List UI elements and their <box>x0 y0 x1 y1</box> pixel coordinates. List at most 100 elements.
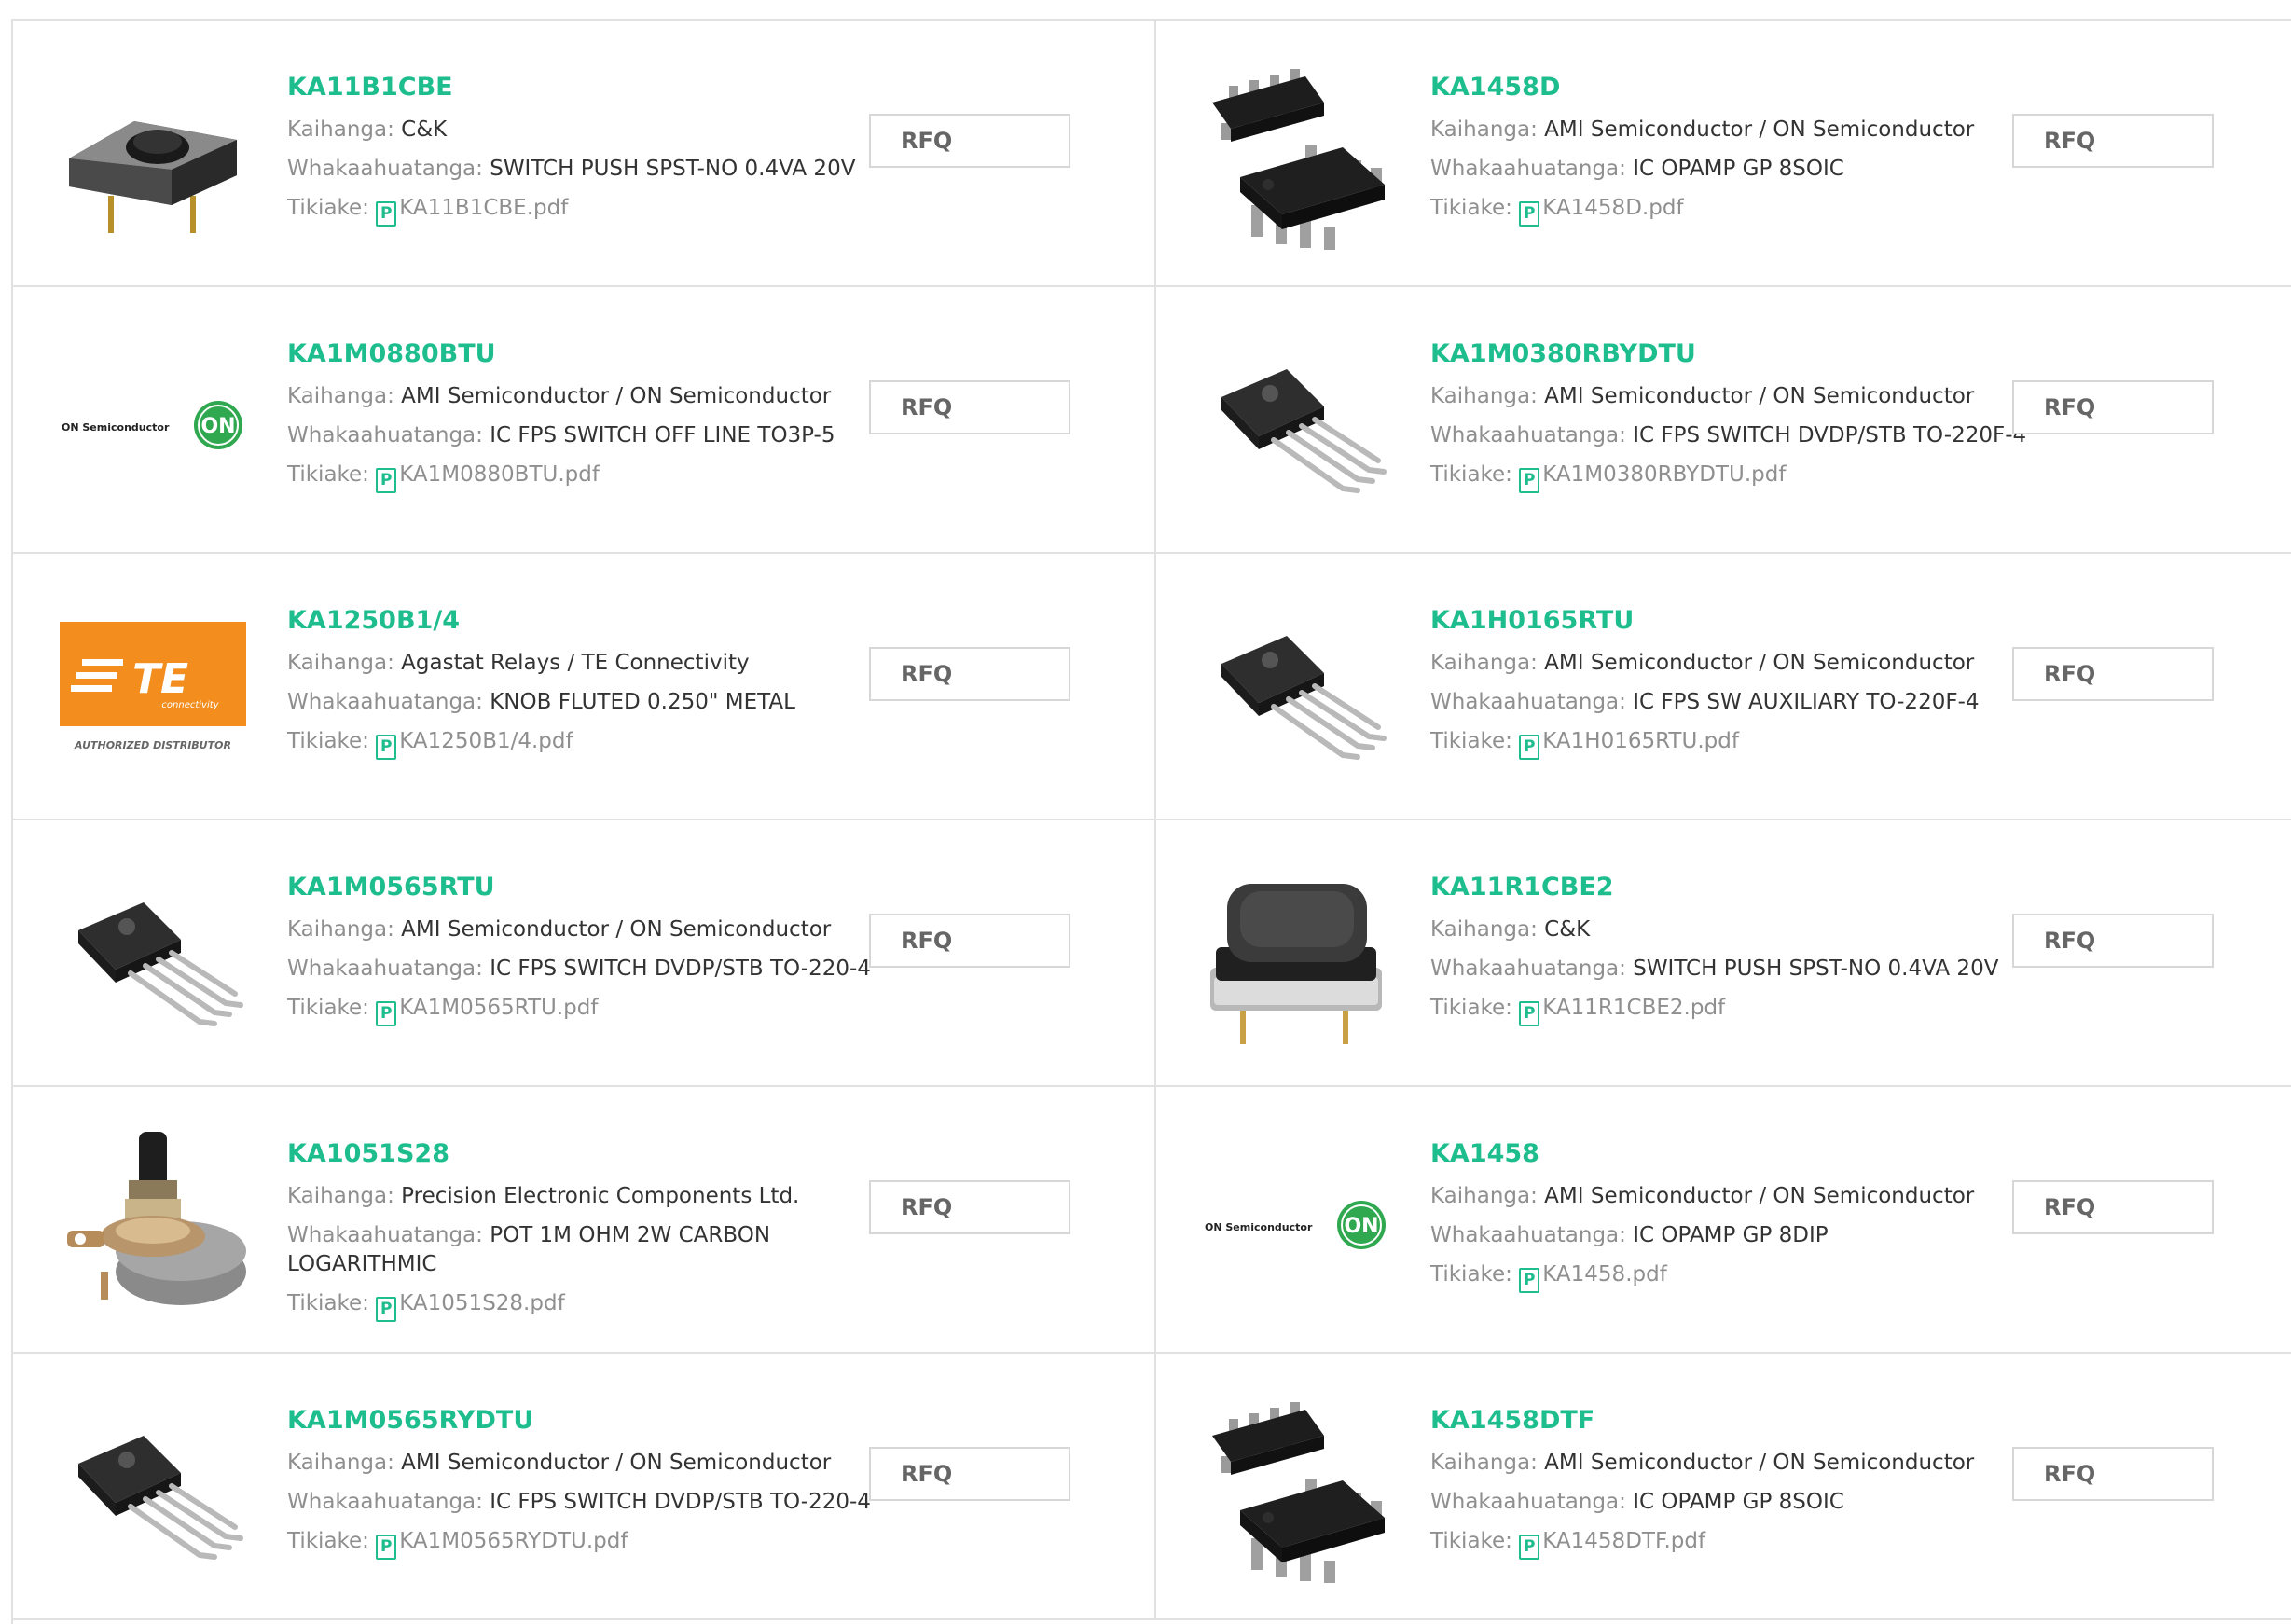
description-label: Whakaahuatanga: <box>287 1223 483 1247</box>
datasheet-link[interactable]: KA1051S28.pdf <box>399 1291 564 1315</box>
description-line: Whakaahuatanga: IC FPS SWITCH DVDP/STB T… <box>1430 421 2027 450</box>
pdf-icon[interactable]: P <box>1519 1535 1540 1560</box>
rfq-button[interactable]: RFQ <box>2012 647 2214 701</box>
part-number-link[interactable]: KA1458D <box>1430 69 2027 116</box>
datasheet-link[interactable]: KA11R1CBE2.pdf <box>1542 996 1725 1020</box>
datasheet-link[interactable]: KA1M0380RBYDTU.pdf <box>1542 462 1786 487</box>
te-connectivity-logo[interactable]: TE connectivity AUTHORIZED DISTRIBUTOR <box>60 599 246 785</box>
datasheet-link[interactable]: KA1250B1/4.pdf <box>399 729 573 753</box>
datasheet-link[interactable]: KA1M0565RYDTU.pdf <box>399 1529 628 1553</box>
rfq-button[interactable]: RFQ <box>869 1180 1070 1234</box>
rfq-button[interactable]: RFQ <box>869 380 1070 434</box>
on-semiconductor-logo[interactable]: ON Semiconductor ON <box>60 332 246 518</box>
datasheet-link[interactable]: KA1458DTF.pdf <box>1542 1529 1705 1553</box>
part-number-link[interactable]: KA1051S28 <box>287 1135 884 1182</box>
push-switch-image[interactable] <box>60 65 246 252</box>
description-value: IC FPS SW AUXILIARY TO-220F-4 <box>1633 690 1980 714</box>
part-number-link[interactable]: KA1M0565RTU <box>287 869 884 915</box>
to220-image-graphic <box>1221 369 1387 493</box>
part-number-link[interactable]: KA1M0880BTU <box>287 336 884 382</box>
pdf-icon[interactable]: P <box>376 1535 397 1560</box>
to220-image[interactable] <box>60 1398 246 1585</box>
download-label: Tikiake: <box>1430 196 1512 220</box>
product-card: KA11R1CBE2 Kaihanga: C&K Whakaahuatanga:… <box>1156 820 2291 1087</box>
to220-image[interactable] <box>1203 599 1389 785</box>
pdf-icon[interactable]: P <box>1519 201 1540 227</box>
product-info: KA1458D Kaihanga: AMI Semiconductor / ON… <box>1430 69 2027 237</box>
soic8-image[interactable] <box>1203 1398 1389 1585</box>
rfq-button[interactable]: RFQ <box>2012 1180 2214 1234</box>
download-label: Tikiake: <box>287 996 369 1020</box>
datasheet-link[interactable]: KA1M0880BTU.pdf <box>399 462 600 487</box>
description-line: Whakaahuatanga: IC FPS SWITCH OFF LINE T… <box>287 421 884 450</box>
rfq-button[interactable]: RFQ <box>869 914 1070 968</box>
manufacturer-line: Kaihanga: AMI Semiconductor / ON Semicon… <box>1430 116 2027 145</box>
svg-text:AUTHORIZED DISTRIBUTOR: AUTHORIZED DISTRIBUTOR <box>74 739 231 751</box>
manufacturer-value: Precision Electronic Components Ltd. <box>401 1184 800 1208</box>
pdf-icon[interactable]: P <box>1519 1268 1540 1293</box>
rfq-button[interactable]: RFQ <box>2012 1447 2214 1501</box>
pdf-icon[interactable]: P <box>1519 735 1540 760</box>
pdf-icon[interactable]: P <box>376 201 397 227</box>
pdf-icon[interactable]: P <box>376 735 397 760</box>
description-value: SWITCH PUSH SPST-NO 0.4VA 20V <box>1633 957 1999 981</box>
description-label: Whakaahuatanga: <box>287 1490 483 1514</box>
push-button-image[interactable] <box>1203 865 1389 1052</box>
description-label: Whakaahuatanga: <box>1430 423 1626 447</box>
manufacturer-label: Kaihanga: <box>1430 917 1538 942</box>
rfq-button[interactable]: RFQ <box>2012 380 2214 434</box>
rfq-button[interactable]: RFQ <box>2012 914 2214 968</box>
potentiometer-image[interactable] <box>60 1132 246 1318</box>
description-label: Whakaahuatanga: <box>287 157 483 181</box>
to220-image[interactable] <box>1203 332 1389 518</box>
svg-text:ON: ON <box>1344 1215 1378 1238</box>
product-info: KA1458 Kaihanga: AMI Semiconductor / ON … <box>1430 1135 2027 1303</box>
rfq-button[interactable]: RFQ <box>2012 114 2214 168</box>
datasheet-link[interactable]: KA1M0565RTU.pdf <box>399 996 598 1020</box>
pdf-icon[interactable]: P <box>1519 468 1540 493</box>
pdf-icon[interactable]: P <box>376 1297 397 1322</box>
push-switch-image-graphic <box>69 121 237 233</box>
description-value: SWITCH PUSH SPST-NO 0.4VA 20V <box>490 157 856 181</box>
pdf-icon[interactable]: P <box>376 468 397 493</box>
description-value: IC FPS SWITCH DVDP/STB TO-220-4 <box>490 1490 871 1514</box>
push-button-image-graphic <box>1210 884 1382 1044</box>
download-line: Tikiake: P KA1051S28.pdf <box>287 1289 884 1322</box>
datasheet-link[interactable]: KA1H0165RTU.pdf <box>1542 729 1739 753</box>
description-line: Whakaahuatanga: KNOB FLUTED 0.250" METAL <box>287 688 884 717</box>
product-info: KA1458DTF Kaihanga: AMI Semiconductor / … <box>1430 1402 2027 1570</box>
part-number-link[interactable]: KA1M0380RBYDTU <box>1430 336 2027 382</box>
download-line: Tikiake: P KA1H0165RTU.pdf <box>1430 727 2027 760</box>
soic8-image[interactable] <box>1203 65 1389 252</box>
product-card: KA1H0165RTU Kaihanga: AMI Semiconductor … <box>1156 554 2291 820</box>
part-number-link[interactable]: KA1M0565RYDTU <box>287 1402 884 1449</box>
manufacturer-value: AMI Semiconductor / ON Semiconductor <box>1544 384 1975 408</box>
part-number-link[interactable]: KA1458DTF <box>1430 1402 2027 1449</box>
part-number-link[interactable]: KA11R1CBE2 <box>1430 869 2027 915</box>
product-card: KA1M0565RYDTU Kaihanga: AMI Semiconducto… <box>13 1354 1156 1620</box>
product-info: KA1M0565RTU Kaihanga: AMI Semiconductor … <box>287 869 884 1037</box>
description-line: Whakaahuatanga: SWITCH PUSH SPST-NO 0.4V… <box>287 155 884 184</box>
product-info: KA1250B1/4 Kaihanga: Agastat Relays / TE… <box>287 602 884 770</box>
on-semiconductor-logo[interactable]: ON Semiconductor ON <box>1203 1132 1389 1318</box>
datasheet-link[interactable]: KA1458.pdf <box>1542 1262 1667 1287</box>
rfq-button[interactable]: RFQ <box>869 114 1070 168</box>
datasheet-link[interactable]: KA1458D.pdf <box>1542 196 1683 220</box>
pdf-icon[interactable]: P <box>376 1001 397 1026</box>
rfq-button[interactable]: RFQ <box>869 647 1070 701</box>
rfq-button[interactable]: RFQ <box>869 1447 1070 1501</box>
download-label: Tikiake: <box>287 462 369 487</box>
to220-image-graphic <box>1221 636 1387 760</box>
to220-image[interactable] <box>60 865 246 1052</box>
te-connectivity-logo-graphic: TE connectivity AUTHORIZED DISTRIBUTOR <box>60 622 246 751</box>
pdf-icon[interactable]: P <box>1519 1001 1540 1026</box>
datasheet-link[interactable]: KA11B1CBE.pdf <box>399 196 568 220</box>
product-info: KA1M0880BTU Kaihanga: AMI Semiconductor … <box>287 336 884 503</box>
download-line: Tikiake: P KA1M0565RYDTU.pdf <box>287 1527 884 1560</box>
part-number-link[interactable]: KA1250B1/4 <box>287 602 884 649</box>
to220-image-graphic <box>78 1436 243 1560</box>
svg-text:connectivity: connectivity <box>161 700 219 710</box>
part-number-link[interactable]: KA1458 <box>1430 1135 2027 1182</box>
part-number-link[interactable]: KA1H0165RTU <box>1430 602 2027 649</box>
part-number-link[interactable]: KA11B1CBE <box>287 69 884 116</box>
